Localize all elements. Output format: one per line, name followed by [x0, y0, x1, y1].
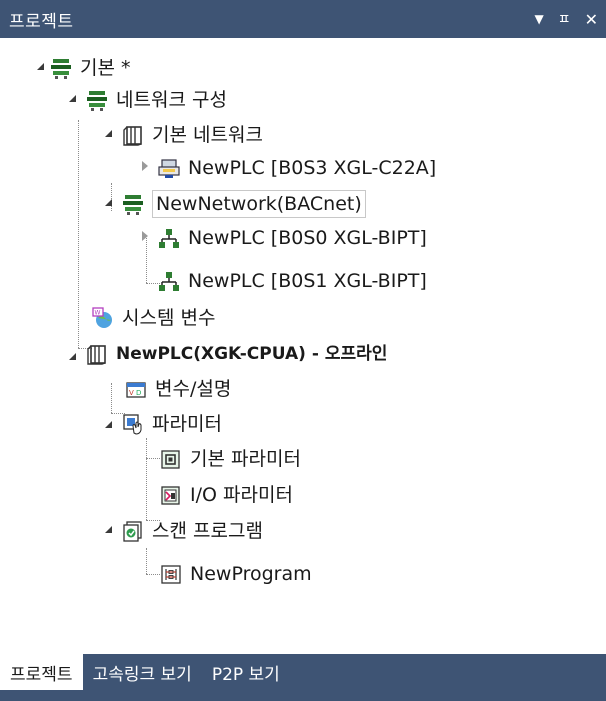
tree-guide — [146, 438, 147, 520]
tree-node-label: NewPLC [B0S3 XGL-C22A] — [188, 157, 437, 179]
tree-node-io-parameters[interactable]: I/O 파라미터 — [160, 481, 293, 509]
close-icon[interactable]: ✕ — [585, 10, 598, 29]
tree-node-label: 기본 파라미터 — [190, 448, 301, 470]
expand-toggle[interactable] — [104, 128, 114, 138]
expand-toggle[interactable] — [104, 419, 114, 429]
parameters-icon — [123, 414, 142, 435]
expand-toggle[interactable] — [68, 351, 78, 361]
expand-toggle[interactable] — [68, 93, 78, 103]
tree-node-new-program[interactable]: NewProgram — [160, 560, 312, 588]
tree-node-basic-parameters[interactable]: 기본 파라미터 — [160, 445, 301, 473]
ladder-program-icon — [161, 565, 181, 584]
tree-node-new-network[interactable]: NewNetwork(BACnet) — [122, 190, 366, 218]
tree-node-label: 파라미터 — [152, 413, 222, 435]
tree-node-network-config[interactable]: 네트워크 구성 — [86, 86, 227, 114]
system-variables-icon: W — [92, 307, 112, 328]
svg-text:D: D — [136, 389, 141, 397]
collapse-toggle[interactable] — [140, 161, 150, 171]
tree-node-parameters[interactable]: 파라미터 — [122, 410, 222, 438]
bottom-tab-bar: 프로젝트 고속링크 보기 P2P 보기 — [0, 654, 606, 701]
tree-node-plc-main[interactable]: NewPLC(XGK-CPUA) - 오프라인 — [86, 340, 387, 368]
tree-guide — [146, 458, 160, 459]
tree-node-label: NewPLC(XGK-CPUA) - 오프라인 — [116, 341, 387, 367]
expand-toggle[interactable] — [104, 524, 114, 534]
network-icon — [87, 91, 107, 111]
plc-status: - 오프라인 — [305, 344, 388, 364]
expand-toggle[interactable] — [104, 197, 114, 207]
tree-node-label: NewPLC [B0S0 XGL-BIPT] — [188, 227, 427, 249]
io-parameter-icon — [161, 486, 180, 505]
panel-title: 프로젝트 — [9, 11, 74, 32]
tree-node-scan-program[interactable]: 스캔 프로그램 — [122, 517, 263, 545]
tree-node-variables-description[interactable]: V D 변수/설명 — [125, 375, 231, 403]
plc-rack-icon — [87, 345, 106, 365]
tree-node-label: 스캔 프로그램 — [152, 520, 263, 542]
ethernet-node-icon — [159, 272, 179, 291]
tree-guide — [146, 548, 147, 574]
svg-text:W: W — [95, 310, 101, 317]
collapse-toggle[interactable] — [140, 231, 150, 241]
tree-node-plc-b0s3[interactable]: NewPLC [B0S3 XGL-C22A] — [158, 154, 436, 182]
tree-node-label: 네트워크 구성 — [116, 89, 227, 111]
tree-node-system-variables[interactable]: W 시스템 변수 — [92, 304, 215, 332]
panel-tools: ▼ ㅍ ✕ — [534, 9, 598, 29]
expand-toggle[interactable] — [36, 61, 46, 71]
tree-guide — [111, 383, 112, 413]
tree-guide — [146, 238, 147, 283]
tree-node-plc-b0s0[interactable]: NewPLC [B0S0 XGL-BIPT] — [158, 224, 427, 252]
tree-node-root[interactable]: 기본 * — [50, 54, 131, 82]
plc-rack-icon — [123, 126, 142, 146]
tree-node-label: NewProgram — [190, 563, 312, 585]
scan-program-icon — [123, 521, 142, 542]
network-icon — [51, 59, 71, 79]
network-icon — [123, 195, 143, 215]
dropdown-menu-icon[interactable]: ▼ — [534, 12, 543, 26]
tree-guide — [146, 574, 160, 575]
tab-p2p[interactable]: P2P 보기 — [202, 654, 290, 690]
variables-icon: V D — [126, 382, 146, 398]
plc-name: NewPLC(XGK-CPUA) — [116, 344, 306, 364]
project-tree: 기본 * 네트워크 구성 기본 네트워크 NewPLC [B0S3 XGL-C2… — [0, 38, 606, 654]
tree-node-label: 기본 * — [80, 57, 131, 79]
basic-parameter-icon — [161, 450, 180, 469]
tab-project[interactable]: 프로젝트 — [0, 654, 83, 690]
tree-node-label: 기본 네트워크 — [152, 124, 263, 146]
tree-node-plc-b0s1[interactable]: NewPLC [B0S1 XGL-BIPT] — [158, 267, 427, 295]
tree-node-label: NewNetwork(BACnet) — [152, 190, 366, 218]
tree-node-label: 변수/설명 — [155, 378, 232, 400]
tree-node-label: I/O 파라미터 — [190, 484, 293, 506]
tab-high-speed-link[interactable]: 고속링크 보기 — [83, 654, 202, 690]
svg-text:V: V — [129, 389, 134, 397]
tree-node-basic-network[interactable]: 기본 네트워크 — [122, 121, 263, 149]
tree-node-label: NewPLC [B0S1 XGL-BIPT] — [188, 270, 427, 292]
tree-node-label: 시스템 변수 — [122, 307, 216, 329]
ethernet-node-icon — [159, 229, 179, 248]
pin-icon[interactable]: ㅍ — [558, 9, 571, 29]
serial-device-icon — [158, 159, 180, 178]
panel-title-bar: 프로젝트 ▼ ㅍ ✕ — [0, 0, 606, 38]
tree-guide — [78, 120, 79, 348]
